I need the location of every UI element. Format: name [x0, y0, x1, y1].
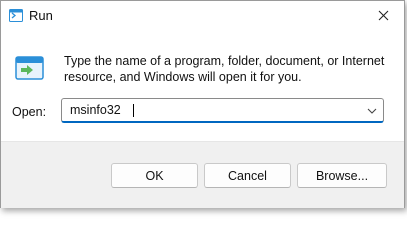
- window-title: Run: [29, 8, 53, 23]
- cancel-button[interactable]: Cancel: [204, 163, 291, 188]
- run-program-icon: [15, 55, 45, 83]
- open-combobox[interactable]: [61, 98, 384, 123]
- dropdown-button[interactable]: [365, 103, 379, 117]
- close-button[interactable]: [372, 7, 394, 27]
- dialog-content: Type the name of a program, folder, docu…: [1, 35, 404, 141]
- browse-button[interactable]: Browse...: [297, 163, 387, 188]
- ok-button[interactable]: OK: [111, 163, 198, 188]
- run-icon: [9, 9, 23, 22]
- text-caret: [133, 104, 134, 117]
- open-input[interactable]: [62, 99, 352, 121]
- chevron-down-icon: [367, 101, 377, 119]
- button-bar: OK Cancel Browse...: [1, 141, 404, 208]
- open-label: Open:: [12, 105, 47, 119]
- run-dialog: Run Type the name of a program, folder, …: [0, 0, 405, 208]
- instruction-text: Type the name of a program, folder, docu…: [64, 54, 385, 84]
- title-bar: Run: [1, 1, 404, 35]
- close-icon: [378, 8, 389, 26]
